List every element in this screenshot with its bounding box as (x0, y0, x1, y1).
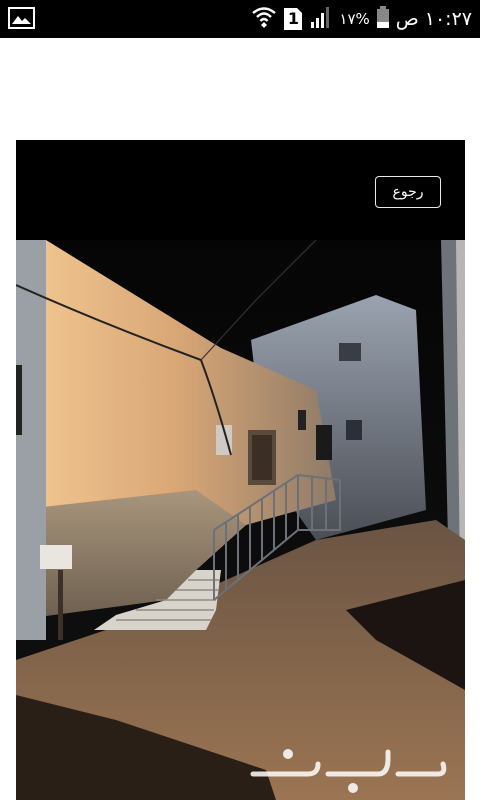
image-viewer: رجوع (16, 140, 465, 800)
street-night-photo[interactable] (16, 240, 465, 800)
status-bar: 1 ١٧% ص ١٠:٢٧ (0, 0, 480, 38)
clock: ١٠:٢٧ (424, 8, 472, 30)
sim-slot-number: 1 (287, 9, 299, 28)
viewer-toolbar: رجوع (16, 140, 465, 240)
battery-icon (376, 5, 390, 33)
haraj-watermark (248, 744, 448, 794)
back-button[interactable]: رجوع (375, 176, 441, 208)
status-indicators: 1 ١٧% ص ١٠:٢٧ (251, 0, 472, 38)
signal-icon (309, 5, 333, 33)
am-pm-label: ص (395, 8, 419, 30)
sim-icon: 1 (283, 7, 303, 31)
gallery-icon (8, 7, 35, 29)
battery-percent: ١٧% (339, 10, 370, 28)
wifi-icon (251, 5, 277, 33)
